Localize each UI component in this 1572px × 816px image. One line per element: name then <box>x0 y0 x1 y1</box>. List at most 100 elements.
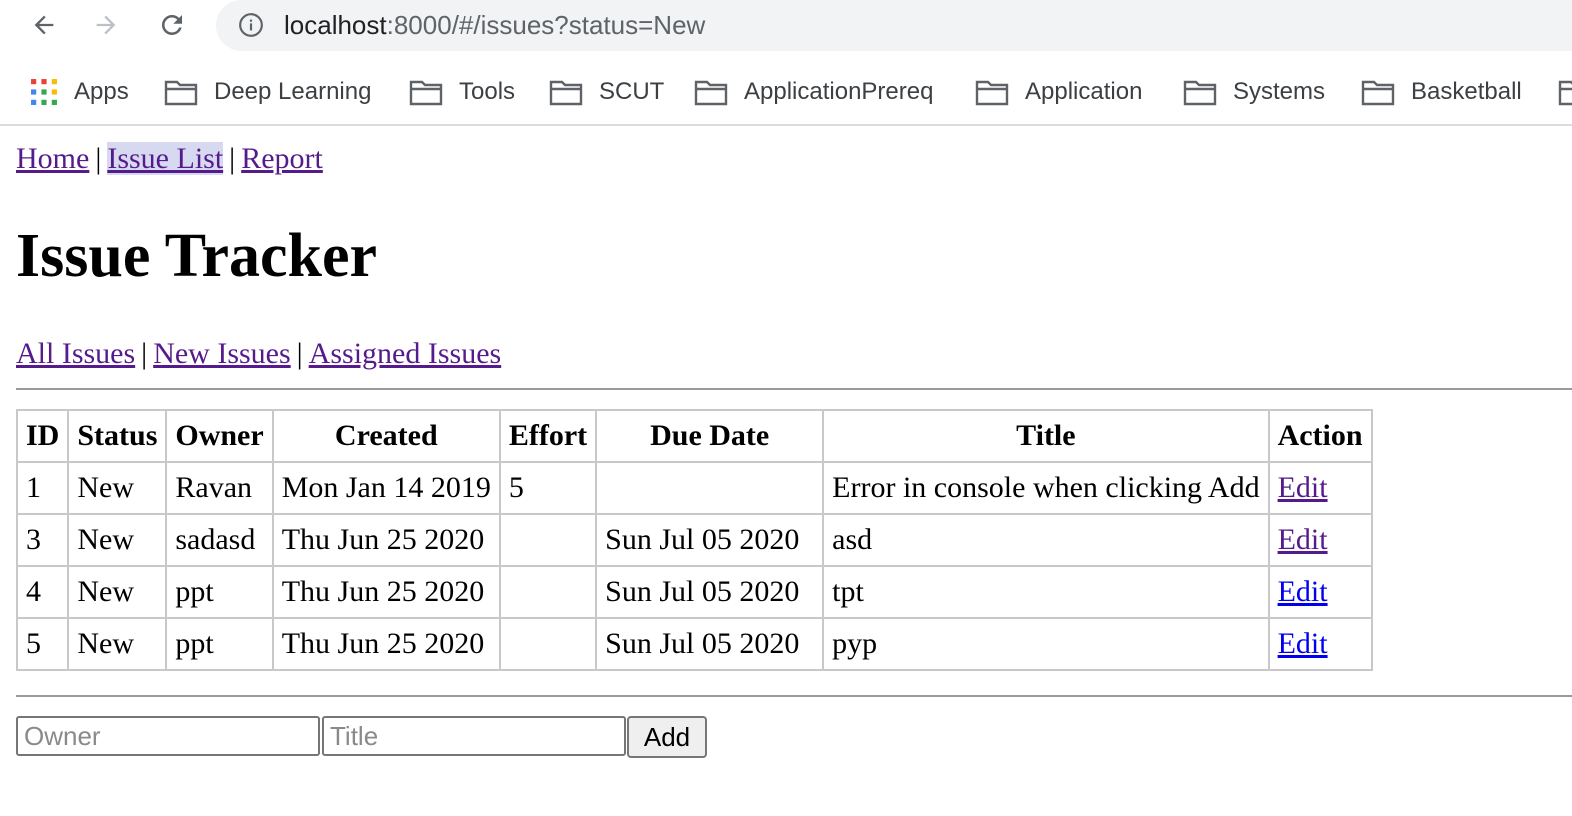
table-row: 3 New sadasd Thu Jun 25 2020 Sun Jul 05 … <box>15 513 1373 567</box>
cell-id: 3 <box>15 513 70 567</box>
header-created: Created <box>271 409 501 463</box>
cell-status: New <box>67 565 168 619</box>
forward-arrow-icon <box>96 15 116 35</box>
bookmark-apps[interactable]: Apps <box>30 66 129 118</box>
edit-link[interactable]: Edit <box>1278 627 1328 660</box>
cell-title: asd <box>822 513 1270 567</box>
cell-action: Edit <box>1267 461 1373 515</box>
bookmark-scut[interactable]: SCUT <box>549 66 664 118</box>
cell-created: Mon Jan 14 2019 <box>271 461 501 515</box>
bookmark-label: Apps <box>74 78 129 105</box>
folder-icon <box>694 80 728 106</box>
cell-effort: 5 <box>498 461 598 515</box>
cell-created: Thu Jun 25 2020 <box>271 565 501 619</box>
title-input[interactable] <box>322 716 626 756</box>
cell-action: Edit <box>1267 513 1373 567</box>
divider-bottom <box>16 695 1572 697</box>
cell-created: Thu Jun 25 2020 <box>271 513 501 567</box>
cell-action: Edit <box>1267 565 1373 619</box>
bookmark-systems[interactable]: Systems <box>1183 66 1325 118</box>
back-arrow-icon <box>34 15 54 35</box>
filter-all-issues-link[interactable]: All Issues <box>16 337 135 370</box>
cell-owner: ppt <box>165 565 274 619</box>
header-effort: Effort <box>498 409 598 463</box>
filter-separator: | <box>141 337 148 370</box>
back-button[interactable] <box>24 6 64 44</box>
table-row: 5 New ppt Thu Jun 25 2020 Sun Jul 05 202… <box>15 617 1373 671</box>
filter-separator: | <box>296 337 303 370</box>
folder-icon <box>1558 80 1572 106</box>
table-row: 1 New Ravan Mon Jan 14 2019 5 Error in c… <box>15 461 1373 515</box>
folder-icon <box>975 80 1009 106</box>
bookmark-overflow[interactable] <box>1558 66 1572 118</box>
cell-action: Edit <box>1267 617 1373 671</box>
apps-grid-icon <box>31 79 57 105</box>
header-status: Status <box>67 409 168 463</box>
header-id: ID <box>15 409 70 463</box>
nav-separator: | <box>95 142 102 175</box>
filter-assigned-issues-link[interactable]: Assigned Issues <box>309 337 502 370</box>
bookmark-label: ApplicationPrereq <box>744 78 934 105</box>
filter-new-issues-link[interactable]: New Issues <box>153 337 290 370</box>
cell-status: New <box>67 617 168 671</box>
add-button[interactable]: Add <box>627 716 707 758</box>
cell-title: Error in console when clicking Add <box>822 461 1270 515</box>
cell-effort <box>498 565 598 619</box>
cell-due-date <box>595 461 825 515</box>
bookmark-label: Deep Learning <box>214 78 372 105</box>
owner-input[interactable] <box>16 716 320 756</box>
folder-icon <box>1183 80 1217 106</box>
header-action: Action <box>1267 409 1373 463</box>
folder-icon <box>409 80 443 106</box>
cell-status: New <box>67 461 168 515</box>
cell-effort <box>498 513 598 567</box>
divider-top <box>16 388 1572 390</box>
folder-icon <box>164 80 198 106</box>
cell-owner: sadasd <box>165 513 274 567</box>
bookmark-tools[interactable]: Tools <box>409 66 515 118</box>
bookmark-application[interactable]: Application <box>975 66 1142 118</box>
cell-title: tpt <box>822 565 1270 619</box>
cell-id: 4 <box>15 565 70 619</box>
edit-link[interactable]: Edit <box>1278 471 1328 504</box>
cell-id: 5 <box>15 617 70 671</box>
bookmarks-bar: Apps Deep Learning Tools SCUT Applicatio… <box>0 66 1572 118</box>
top-nav: Home | Issue List | Report <box>16 140 323 178</box>
folder-icon <box>1361 80 1395 106</box>
reload-button[interactable] <box>152 6 192 44</box>
bookmark-applicationprereq[interactable]: ApplicationPrereq <box>694 66 933 118</box>
nav-issue-list-link[interactable]: Issue List <box>107 142 224 175</box>
page-title: Issue Tracker <box>16 222 378 290</box>
cell-due-date: Sun Jul 05 2020 <box>595 617 825 671</box>
nav-report-link[interactable]: Report <box>241 142 323 175</box>
cell-effort <box>498 617 598 671</box>
cell-created: Thu Jun 25 2020 <box>271 617 501 671</box>
bookmark-label: Basketball <box>1411 78 1522 105</box>
header-owner: Owner <box>165 409 274 463</box>
folder-icon <box>549 80 583 106</box>
cell-status: New <box>67 513 168 567</box>
header-due-date: Due Date <box>595 409 825 463</box>
bookmark-label: Systems <box>1233 78 1326 105</box>
edit-link[interactable]: Edit <box>1278 575 1328 608</box>
forward-button[interactable] <box>86 6 126 44</box>
issue-filter: All Issues | New Issues | Assigned Issues <box>16 334 501 374</box>
issue-table: ID Status Owner Created Effort Due Date … <box>15 409 1373 671</box>
bookmark-deep-learning[interactable]: Deep Learning <box>164 66 371 118</box>
bookmark-label: Tools <box>459 78 516 105</box>
cell-owner: ppt <box>165 617 274 671</box>
cell-title: pyp <box>822 617 1270 671</box>
info-icon[interactable] <box>238 12 264 38</box>
address-bar[interactable]: localhost:8000/#/issues?status=New <box>216 0 1572 51</box>
table-row: 4 New ppt Thu Jun 25 2020 Sun Jul 05 202… <box>15 565 1373 619</box>
cell-due-date: Sun Jul 05 2020 <box>595 513 825 567</box>
bookmark-label: Application <box>1025 78 1143 105</box>
edit-link[interactable]: Edit <box>1278 523 1328 556</box>
cell-id: 1 <box>15 461 70 515</box>
cell-due-date: Sun Jul 05 2020 <box>595 565 825 619</box>
bookmark-label: SCUT <box>599 78 665 105</box>
bookmark-basketball[interactable]: Basketball <box>1361 66 1522 118</box>
nav-home-link[interactable]: Home <box>16 142 89 175</box>
nav-separator: | <box>229 142 236 175</box>
url-text: localhost:8000/#/issues?status=New <box>284 10 706 40</box>
